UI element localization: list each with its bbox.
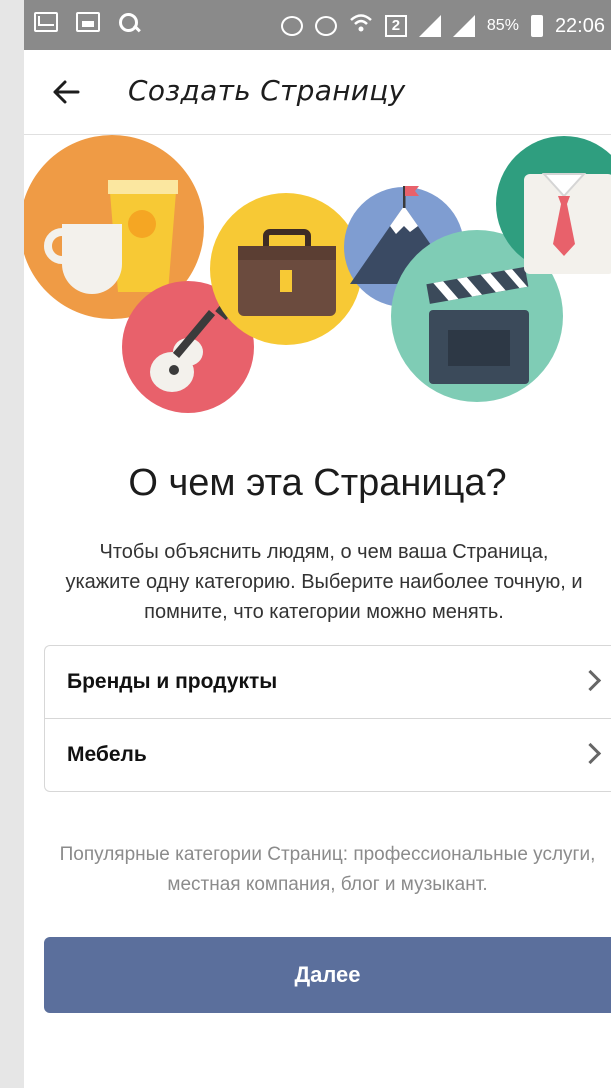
category-item-furniture[interactable]: Мебель (45, 718, 611, 791)
category-label: Мебель (67, 743, 147, 766)
sim-badge: 2 (384, 15, 407, 37)
battery-percent: 85% (486, 17, 519, 34)
category-list: Бренды и продукты Мебель (44, 645, 611, 792)
popular-categories-hint: Популярные категории Страниц: профессион… (59, 844, 596, 895)
category-illustration (24, 135, 611, 413)
mute-icon (280, 16, 303, 36)
wifi-icon (349, 13, 373, 39)
chevron-right-icon (579, 669, 602, 692)
section-description: Чтобы объяснить людям, о чем ваша Страни… (65, 541, 583, 623)
search-icon (118, 12, 140, 34)
arrow-left-icon[interactable] (52, 78, 80, 106)
category-item-brands[interactable]: Бренды и продукты (45, 646, 611, 718)
image-icon (76, 12, 100, 32)
phone-screen: 2 85% 22:06 Создать Страницу О чем эта С… (24, 0, 611, 1088)
next-button[interactable]: Далее (44, 937, 611, 1013)
mail-icon (34, 12, 58, 32)
signal-icon (418, 15, 441, 37)
section-heading: О чем эта Страница? (128, 462, 507, 504)
signal-icon (452, 15, 475, 37)
briefcase-icon (210, 193, 362, 345)
alarm-icon (314, 16, 337, 36)
app-bar: Создать Страницу (24, 50, 611, 135)
status-bar: 2 85% 22:06 (24, 0, 611, 50)
battery-icon (530, 15, 543, 37)
category-label: Бренды и продукты (67, 670, 278, 693)
page-title: Создать Страницу (128, 74, 406, 107)
chevron-right-icon (579, 742, 602, 765)
status-time: 22:06 (554, 14, 605, 37)
